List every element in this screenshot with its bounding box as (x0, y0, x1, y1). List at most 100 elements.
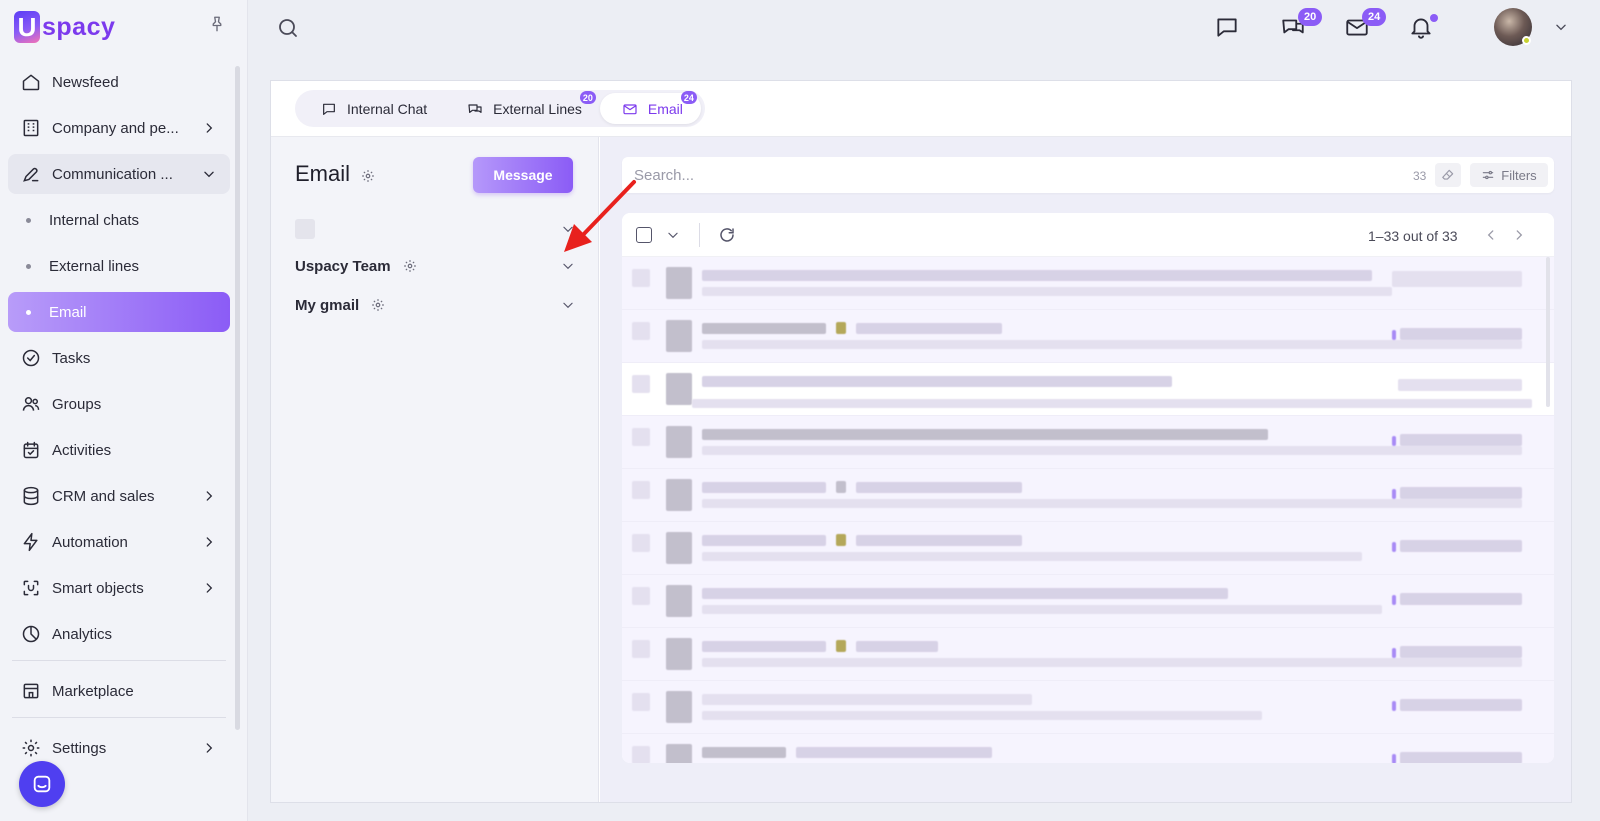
chevron-down-icon[interactable] (561, 298, 575, 312)
list-item[interactable] (622, 363, 1554, 416)
chevron-down-icon[interactable] (666, 228, 680, 242)
sidebar-nav: Newsfeed Company and pe... Communication… (8, 62, 230, 774)
sidebar-item-activities[interactable]: Activities (8, 430, 230, 470)
sidebar-item-internal-chats[interactable]: Internal chats (8, 200, 230, 240)
logo-mark: U (14, 11, 40, 43)
eraser-icon (1442, 169, 1454, 180)
email-list: 1–33 out of 33 (622, 213, 1554, 763)
chevron-right-icon (206, 537, 213, 547)
sidebar-item-email[interactable]: Email (8, 292, 230, 332)
chevron-down-icon[interactable] (561, 259, 575, 273)
building-icon (20, 117, 42, 139)
pin-icon[interactable] (208, 14, 226, 34)
chevron-right-icon (206, 491, 213, 501)
sidebar-item-label: External lines (49, 257, 140, 275)
tab-email[interactable]: Email 24 (599, 91, 701, 124)
list-scrollbar[interactable] (1546, 257, 1550, 407)
sidebar-item-company[interactable]: Company and pe... (8, 108, 230, 148)
sidebar-item-label: Groups (52, 395, 102, 413)
sidebar-item-label: Newsfeed (52, 73, 119, 91)
account-item-my-gmail[interactable]: My gmail (295, 293, 575, 317)
filters-button[interactable]: Filters (1470, 163, 1548, 187)
list-item[interactable] (622, 469, 1554, 522)
pagination-text: 1–33 out of 33 (1368, 228, 1458, 244)
account-label: Uspacy Team (295, 257, 391, 275)
sidebar-item-external-lines[interactable]: External lines (8, 246, 230, 286)
sidebar-item-marketplace[interactable]: Marketplace (8, 671, 230, 711)
sidebar-item-label: Company and pe... (52, 119, 179, 137)
new-message-button[interactable]: Message (473, 157, 573, 193)
refresh-icon[interactable] (718, 226, 736, 244)
sidebar-item-label: CRM and sales (52, 487, 155, 505)
lightning-icon (20, 531, 42, 553)
search-result-count: 33 (1413, 169, 1427, 183)
account-item-unnamed[interactable] (295, 217, 575, 241)
sidebar-item-tasks[interactable]: Tasks (8, 338, 230, 378)
tab-label: External Lines (493, 100, 582, 117)
sidebar-item-label: Automation (52, 533, 128, 551)
uspacy-logo[interactable]: U spacy (14, 10, 115, 44)
bullet-dot (26, 263, 31, 269)
sidebar-item-analytics[interactable]: Analytics (8, 614, 230, 654)
search-icon[interactable] (276, 16, 300, 40)
external-chat-icon (468, 103, 482, 113)
list-item[interactable] (622, 522, 1554, 575)
search-input[interactable]: Search... 33 Filters (622, 157, 1554, 193)
search-placeholder: Search... (634, 167, 695, 184)
gear-icon (20, 737, 42, 759)
store-icon (20, 680, 42, 702)
chat-icon (323, 103, 335, 115)
online-status-dot (1522, 36, 1531, 45)
chevron-left-icon[interactable] (1484, 228, 1498, 242)
sidebar-item-label: Activities (52, 441, 112, 459)
list-item[interactable] (622, 575, 1554, 628)
main-panel: Internal Chat External Lines 20 Email 24… (270, 80, 1572, 803)
chat-icon[interactable] (1214, 14, 1240, 40)
sidebar-item-groups[interactable]: Groups (8, 384, 230, 424)
chevron-right-icon[interactable] (1512, 228, 1526, 242)
sidebar-divider (12, 717, 226, 718)
chevron-right-icon (206, 123, 213, 133)
support-chat-button[interactable] (19, 761, 65, 807)
account-item-uspacy-team[interactable]: Uspacy Team (295, 254, 575, 278)
calendar-icon (20, 439, 42, 461)
notification-dot (1430, 14, 1438, 22)
list-item[interactable] (622, 734, 1554, 763)
sidebar-item-automation[interactable]: Automation (8, 522, 230, 562)
email-rows (622, 257, 1554, 763)
account-label: My gmail (295, 296, 360, 314)
tabs-bar: Internal Chat External Lines 20 Email 24 (271, 81, 1571, 137)
list-item[interactable] (622, 416, 1554, 469)
smart-object-icon (20, 577, 42, 599)
sidebar-item-label: Internal chats (49, 211, 140, 229)
list-item[interactable] (622, 257, 1554, 310)
database-icon (20, 485, 42, 507)
communication-tabs: Internal Chat External Lines 20 Email 24 (295, 90, 705, 127)
mail-icon (623, 103, 637, 114)
clear-search-button[interactable] (1435, 163, 1461, 187)
tab-internal-chat[interactable]: Internal Chat (299, 93, 445, 124)
logo-text: spacy (42, 12, 116, 41)
sidebar-item-crm[interactable]: CRM and sales (8, 476, 230, 516)
gear-icon[interactable] (361, 169, 375, 183)
chevron-down-icon[interactable] (1554, 20, 1568, 34)
tab-badge: 20 (579, 91, 596, 104)
bullet-dot (26, 217, 31, 223)
mail-badge: 24 (1362, 8, 1387, 26)
chevron-right-icon (206, 743, 213, 753)
email-list-pane: Search... 33 Filters 1–33 out of 33 (600, 137, 1571, 802)
sidebar-item-label: Marketplace (52, 682, 134, 700)
sidebar-item-newsfeed[interactable]: Newsfeed (8, 62, 230, 102)
sidebar-item-communication[interactable]: Communication ... (8, 154, 230, 194)
sidebar-scrollbar[interactable] (235, 66, 240, 730)
list-item[interactable] (622, 628, 1554, 681)
gear-icon[interactable] (403, 259, 417, 273)
sidebar-item-smart-objects[interactable]: Smart objects (8, 568, 230, 608)
communication-icon (20, 163, 42, 185)
list-item[interactable] (622, 681, 1554, 734)
sidebar-divider (12, 660, 226, 661)
list-item[interactable] (622, 310, 1554, 363)
sidebar-item-label: Communication ... (52, 165, 173, 183)
tab-external-lines[interactable]: External Lines 20 (445, 91, 600, 124)
gear-icon[interactable] (371, 298, 385, 312)
